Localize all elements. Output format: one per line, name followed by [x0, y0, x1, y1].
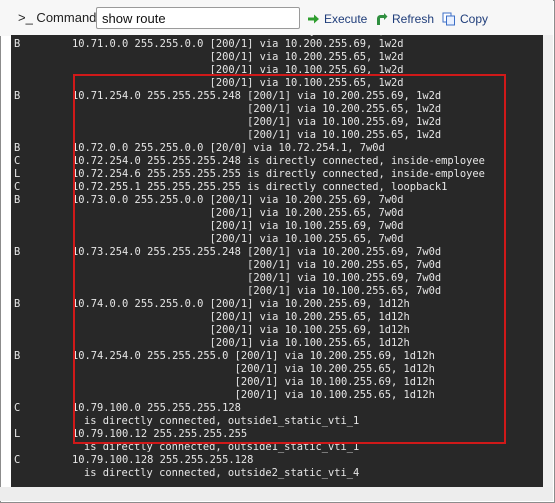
- route-code: L: [14, 428, 21, 440]
- route-text: [200/1] via 10.100.255.69, 1w2d: [72, 64, 404, 76]
- route-line: C 10.72.255.1 255.255.255.255 is directly…: [11, 181, 543, 194]
- route-text: [200/1] via 10.100.255.69, 1w2d: [72, 116, 442, 128]
- route-text: [200/1] via 10.100.255.69, 7w0d: [72, 272, 442, 284]
- command-prompt-label: >_ Command:: [18, 10, 101, 25]
- copy-icon: [442, 12, 456, 26]
- route-line: [200/1] via 10.100.255.69, 1w2d: [11, 116, 543, 129]
- route-text: [200/1] via 10.200.255.65, 1d12h: [72, 363, 435, 375]
- route-text: 10.71.0.0 255.255.0.0 [200/1] via 10.200…: [72, 38, 404, 50]
- route-text: [200/1] via 10.100.255.69, 1d12h: [72, 324, 410, 336]
- route-text: 10.73.254.0 255.255.255.248 [200/1] via …: [72, 246, 442, 258]
- output-console[interactable]: C10.70.255.1 255.255.255.255 is directly…: [11, 35, 543, 487]
- route-line: [200/1] via 10.100.255.65, 1w2d: [11, 129, 543, 142]
- route-code: C: [14, 454, 21, 466]
- horizontal-scrollbar[interactable]: [0, 487, 553, 501]
- route-text: 10.73.0.0 255.255.0.0 [200/1] via 10.200…: [72, 194, 404, 206]
- route-line: C 10.79.100.128 255.255.255.128: [11, 454, 543, 467]
- command-toolbar: >_ Command: Execute Refresh Copy: [0, 0, 553, 36]
- route-line: [200/1] via 10.100.255.69, 1d12h: [11, 324, 543, 337]
- route-text: [200/1] via 10.200.255.65, 7w0d: [72, 207, 404, 219]
- route-text: [200/1] via 10.100.255.65, 7w0d: [72, 285, 442, 297]
- route-code: B: [14, 38, 21, 50]
- copy-button[interactable]: Copy: [442, 10, 488, 28]
- route-text: [200/1] via 10.200.255.65, 1d12h: [72, 311, 410, 323]
- arrow-right-icon: [307, 13, 320, 25]
- route-code: C: [14, 402, 21, 414]
- route-text: 10.79.100.128 255.255.255.128: [72, 454, 254, 466]
- route-code: B: [14, 298, 21, 310]
- route-line: [200/1] via 10.100.255.65, 7w0d: [11, 285, 543, 298]
- route-line: [200/1] via 10.100.255.65, 1d12h: [11, 389, 543, 402]
- route-text: 10.72.0.0 255.255.0.0 [20/0] via 10.72.2…: [72, 142, 385, 154]
- route-line: [200/1] via 10.100.255.69, 1d12h: [11, 376, 543, 389]
- command-input[interactable]: [96, 7, 300, 29]
- route-code: B: [14, 142, 21, 154]
- route-code: B: [14, 90, 21, 102]
- route-code: B: [14, 194, 21, 206]
- route-line: B 10.71.254.0 255.255.255.248 [200/1] via…: [11, 90, 543, 103]
- route-code: B: [14, 350, 21, 362]
- route-text: is directly connected, outside2_static_v…: [84, 467, 360, 479]
- route-line: [200/1] via 10.100.255.69, 1w2d: [11, 64, 543, 77]
- route-line: [200/1] via 10.200.255.65, 1w2d: [11, 51, 543, 64]
- route-line: C 10.79.100.0 255.255.255.128: [11, 402, 543, 415]
- route-text: [200/1] via 10.100.255.65, 1d12h: [72, 337, 410, 349]
- route-text: 10.72.254.0 255.255.255.248 is directly …: [72, 155, 485, 167]
- route-text: 10.72.255.1 255.255.255.255 is directly …: [72, 181, 448, 193]
- refresh-icon: [375, 12, 388, 26]
- route-line: L 10.79.100.12 255.255.255.255: [11, 428, 543, 441]
- route-text: 10.79.100.0 255.255.255.128: [72, 402, 241, 414]
- route-text: 10.71.254.0 255.255.255.248 [200/1] via …: [72, 90, 442, 102]
- route-line: L 10.72.254.6 255.255.255.255 is directly…: [11, 168, 543, 181]
- route-text: [200/1] via 10.200.255.65, 7w0d: [72, 259, 442, 271]
- copy-label: Copy: [460, 12, 489, 26]
- route-line: is directly connected, outside2_static_v…: [11, 467, 543, 480]
- route-line: [200/1] via 10.200.255.65, 7w0d: [11, 259, 543, 272]
- refresh-button[interactable]: Refresh: [375, 10, 434, 28]
- route-line: [200/1] via 10.100.255.69, 7w0d: [11, 272, 543, 285]
- route-output: C10.70.255.1 255.255.255.255 is directly…: [11, 35, 543, 480]
- route-text: 10.79.100.12 255.255.255.255: [72, 428, 248, 440]
- route-line: [200/1] via 10.200.255.65, 1d12h: [11, 311, 543, 324]
- route-text: 10.74.254.0 255.255.255.0 [200/1] via 10…: [72, 350, 435, 362]
- route-text: is directly connected, outside1_static_v…: [84, 415, 360, 427]
- route-code: B: [14, 246, 21, 258]
- route-text: 10.74.0.0 255.255.0.0 [200/1] via 10.200…: [72, 298, 410, 310]
- route-line: is directly connected, outside1_static_v…: [11, 441, 543, 454]
- route-line: [200/1] via 10.100.255.69, 7w0d: [11, 220, 543, 233]
- route-text: [200/1] via 10.100.255.65, 1w2d: [72, 77, 404, 89]
- execute-label: Execute: [324, 12, 368, 26]
- route-code: L: [14, 168, 21, 180]
- route-line: B 10.71.0.0 255.255.0.0 [200/1] via 10.20…: [11, 38, 543, 51]
- route-line: [200/1] via 10.200.255.65, 7w0d: [11, 207, 543, 220]
- route-text: is directly connected, outside1_static_v…: [84, 441, 360, 453]
- route-line: is directly connected, outside1_static_v…: [11, 415, 543, 428]
- route-line: B 10.74.254.0 255.255.255.0 [200/1] via 1…: [11, 350, 543, 363]
- route-text: 10.72.254.6 255.255.255.255 is directly …: [72, 168, 485, 180]
- route-line: [200/1] via 10.100.255.65, 7w0d: [11, 233, 543, 246]
- route-code: C: [14, 181, 21, 193]
- route-line: B 10.72.0.0 255.255.0.0 [20/0] via 10.72.…: [11, 142, 543, 155]
- route-text: [200/1] via 10.100.255.65, 7w0d: [72, 233, 404, 245]
- route-line: B 10.73.0.0 255.255.0.0 [200/1] via 10.20…: [11, 194, 543, 207]
- route-line: [200/1] via 10.100.255.65, 1w2d: [11, 77, 543, 90]
- route-text: [200/1] via 10.100.255.69, 1d12h: [72, 376, 435, 388]
- route-line: [200/1] via 10.100.255.65, 1d12h: [11, 337, 543, 350]
- route-text: [200/1] via 10.100.255.65, 1w2d: [72, 129, 442, 141]
- route-line: [200/1] via 10.200.255.65, 1w2d: [11, 103, 543, 116]
- route-text: [200/1] via 10.200.255.65, 1w2d: [72, 103, 442, 115]
- route-line: C 10.72.254.0 255.255.255.248 is directly…: [11, 155, 543, 168]
- route-code: C: [14, 155, 21, 167]
- route-text: [200/1] via 10.100.255.65, 1d12h: [72, 389, 435, 401]
- vertical-scrollbar[interactable]: [543, 35, 553, 487]
- route-line: B 10.74.0.0 255.255.0.0 [200/1] via 10.20…: [11, 298, 543, 311]
- route-text: [200/1] via 10.200.255.65, 1w2d: [72, 51, 404, 63]
- route-text: [200/1] via 10.100.255.69, 7w0d: [72, 220, 404, 232]
- execute-button[interactable]: Execute: [307, 10, 367, 28]
- refresh-label: Refresh: [392, 12, 435, 26]
- route-line: B 10.73.254.0 255.255.255.248 [200/1] via…: [11, 246, 543, 259]
- route-line: [200/1] via 10.200.255.65, 1d12h: [11, 363, 543, 376]
